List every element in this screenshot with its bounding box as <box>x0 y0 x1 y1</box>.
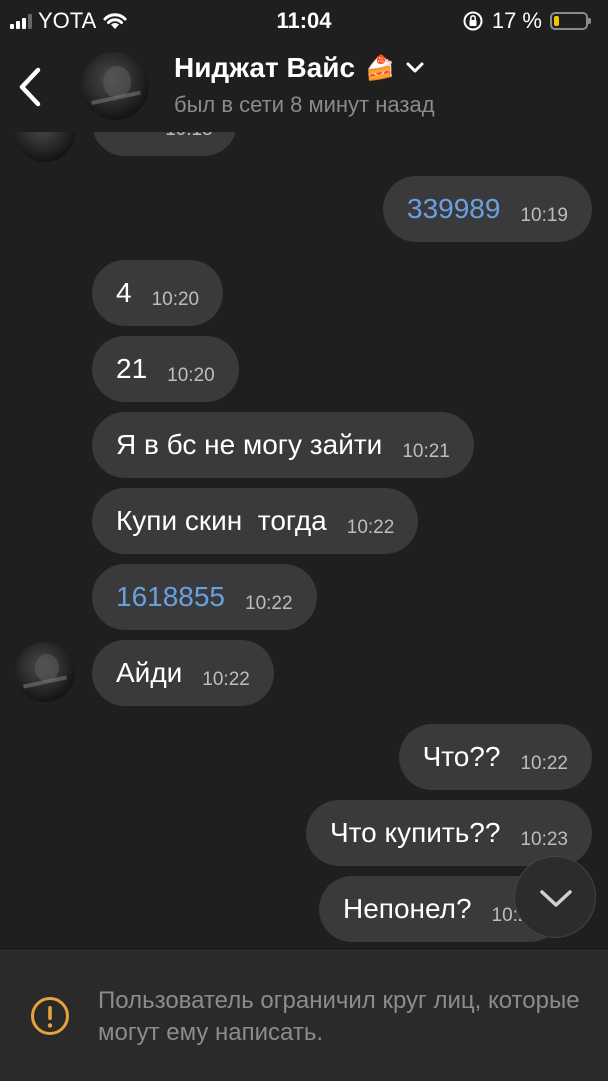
restriction-text: Пользователь ограничил круг лиц, которые… <box>98 987 580 1046</box>
contact-name[interactable]: Ниджат Вайс 🍰 <box>174 52 425 84</box>
message-text: Айди <box>116 657 183 688</box>
message-text: 11 <box>116 132 145 139</box>
message-time: 10:18 <box>165 132 213 141</box>
message-time: 10:22 <box>202 669 250 690</box>
message-text: 1618855 <box>116 581 226 612</box>
message-text: Что купить?? <box>330 817 501 848</box>
sender-avatar <box>15 132 75 162</box>
message-time: 10:23 <box>520 829 568 850</box>
message-bubble[interactable]: 4 10:20 <box>92 260 224 326</box>
battery-info: 17 % <box>462 8 591 34</box>
message-bubble[interactable]: Я в бс не могу зайти 10:21 <box>92 412 474 478</box>
chevron-left-icon <box>19 67 41 107</box>
message-text: 339989 <box>407 193 501 224</box>
message-text: 4 <box>116 277 132 308</box>
message-text: 21 <box>116 353 148 384</box>
battery-percent: 17 % <box>491 8 542 33</box>
cake-icon: 🍰 <box>365 54 395 82</box>
battery-level <box>554 16 559 26</box>
message-text: Купи скин тогда <box>116 505 327 536</box>
chat-header: Ниджат Вайс 🍰 был в сети 8 минут назад <box>0 40 608 132</box>
message-bubble[interactable]: Айди 10:22 <box>92 640 274 706</box>
scroll-to-bottom-button[interactable] <box>514 856 596 938</box>
message-bubble[interactable]: 21 10:20 <box>92 336 239 402</box>
message-list[interactable]: 11 10:18 339989 10:19 4 10:20 21 10:20 Я… <box>0 132 608 950</box>
message-time: 10:21 <box>402 441 450 462</box>
message-time: 10:22 <box>346 517 395 538</box>
avatar-image <box>23 654 67 689</box>
message-time: 10:22 <box>520 753 568 774</box>
contact-name-text: Ниджат Вайс <box>174 52 356 83</box>
message-bubble[interactable]: 339989 10:19 <box>383 176 592 242</box>
message-bubble[interactable]: 11 10:18 <box>92 132 237 156</box>
sender-avatar[interactable] <box>15 642 75 702</box>
message-time: 10:20 <box>151 289 200 310</box>
chevron-down-icon <box>406 62 424 73</box>
status-bar: YOTA 11:04 17 % <box>0 0 608 40</box>
avatar-image <box>91 66 141 105</box>
message-time: 10:19 <box>520 205 568 226</box>
back-button[interactable] <box>14 62 50 110</box>
message-bubble[interactable]: 1618855 10:22 <box>92 564 317 630</box>
message-text: Я в бс не могу зайти <box>116 429 383 460</box>
battery-icon <box>550 12 591 30</box>
message-time: 10:20 <box>167 365 215 386</box>
message-bubble[interactable]: Что?? 10:22 <box>398 724 592 790</box>
message-text: Что?? <box>422 741 501 772</box>
orientation-lock-icon <box>463 11 483 31</box>
messaging-restriction-notice: Пользователь ограничил круг лиц, которые… <box>0 950 608 1081</box>
contact-last-seen: был в сети 8 минут назад <box>174 92 435 117</box>
message-bubble[interactable]: Купи скин тогда 10:22 <box>92 488 419 554</box>
message-time: 10:22 <box>245 593 293 614</box>
contact-avatar[interactable] <box>81 52 149 120</box>
warning-icon <box>31 997 69 1035</box>
message-text: Непонел? <box>343 893 472 924</box>
chevron-down-icon <box>540 890 572 907</box>
